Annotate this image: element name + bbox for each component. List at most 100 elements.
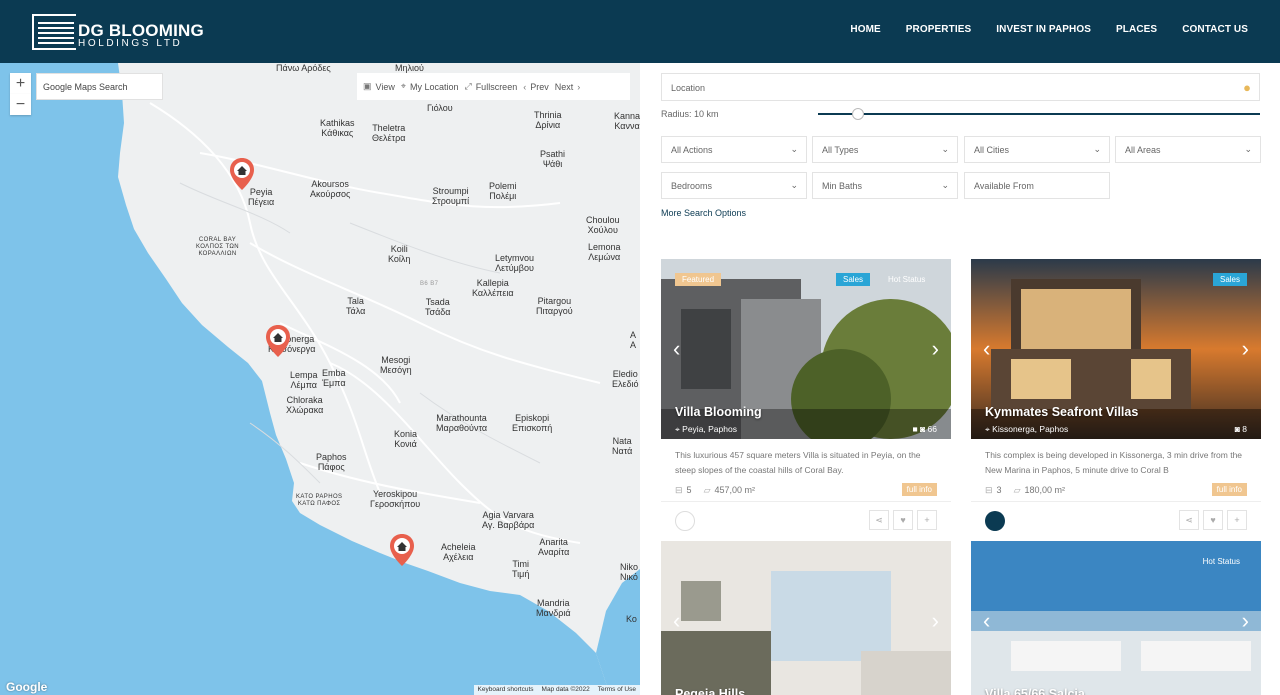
bedrooms-value: 3: [996, 485, 1002, 495]
select-actions[interactable]: All Actions ⌄: [661, 136, 807, 163]
map-search-input[interactable]: Google Maps Search: [36, 73, 163, 100]
full-info-button[interactable]: full info: [1211, 483, 1247, 496]
plus-icon[interactable]: +: [917, 510, 937, 530]
listing-card[interactable]: Hot Status ‹ › Villa 65/66 Salcia: [971, 541, 1261, 695]
nav-home[interactable]: HOME: [850, 24, 880, 35]
listing-image[interactable]: Sales ‹ › Kymmates Seafront Villas ⌖ Kis…: [971, 259, 1261, 439]
map-footer: Keyboard shortcuts Map data ©2022 Terms …: [473, 685, 640, 695]
listing-card[interactable]: Sales ‹ › Kymmates Seafront Villas ⌖ Kis…: [971, 259, 1261, 539]
nav-places[interactable]: PLACES: [1116, 24, 1157, 35]
more-search-options-link[interactable]: More Search Options: [661, 208, 746, 218]
agent-avatar[interactable]: [675, 511, 695, 531]
map-controls: ▣ View ⌖ My Location ⤢ Fullscreen ‹ Prev Nex…: [357, 73, 630, 100]
bedrooms: ⊟ 5: [675, 485, 692, 496]
chevron-right-icon[interactable]: ›: [1242, 338, 1249, 360]
logo-mark-icon: [32, 14, 76, 50]
map[interactable]: + − Google Maps Search ▣ View ⌖ My Locatio…: [0, 63, 640, 695]
chevron-down-icon: ⌄: [1093, 144, 1101, 154]
main-nav: HOME PROPERTIES INVEST IN PAPHOS PLACES …: [850, 24, 1248, 35]
area-icon: ▱: [1013, 485, 1021, 495]
place-arodes-edge: A Α: [630, 330, 637, 350]
listing-title[interactable]: Villa 65/66 Salcia: [985, 687, 1085, 695]
place-coral-bay: CORAL BAY ΚΟΛΠΟΣ ΤΩΝ ΚΟΡΑΛΛΙΩΝ: [196, 237, 240, 257]
divider: [971, 501, 1261, 502]
area: ▱ 457,00 m²: [704, 485, 755, 496]
place-stroumpi: Stroumpi Στρουμπί: [432, 186, 470, 206]
place-tala: Tala Τάλα: [346, 296, 366, 316]
divider: [661, 501, 951, 502]
full-info-button[interactable]: full info: [901, 483, 937, 496]
place-yeroskipou: Yeroskipou Γεροσκήπου: [370, 489, 421, 509]
chevron-right-icon[interactable]: ›: [932, 338, 939, 360]
place-eledio: Eledio Ελεδιό: [612, 369, 639, 389]
terms-link[interactable]: Terms of Use: [598, 685, 636, 695]
interior-photo: [661, 541, 951, 695]
select-cities[interactable]: All Cities ⌄: [964, 136, 1110, 163]
place-kathikas: Kathikas Κάθικας: [320, 118, 355, 138]
share-icon[interactable]: ⋖: [1179, 510, 1199, 530]
chevron-right-icon[interactable]: ›: [1242, 610, 1249, 632]
logo[interactable]: DG BLOOMING HOLDINGS LTD: [32, 14, 204, 50]
select-cities-value: All Cities: [974, 145, 1010, 155]
listing-image[interactable]: ‹ › Pegeia Hills: [661, 541, 951, 695]
chevron-down-icon: ⌄: [1244, 144, 1252, 154]
heart-icon[interactable]: ♥: [893, 510, 913, 530]
available-from-input[interactable]: Available From: [964, 172, 1110, 199]
map-next-button[interactable]: Next ›: [555, 82, 581, 92]
listing-image[interactable]: Featured Sales Hot Status ‹ › Villa Bloo…: [661, 259, 951, 439]
plus-icon[interactable]: +: [1227, 510, 1247, 530]
listing-title[interactable]: Villa Blooming: [675, 405, 762, 419]
bed-icon: ⊟: [985, 485, 993, 495]
chevron-left-icon[interactable]: ‹: [673, 338, 680, 360]
listing-specs: ⊟ 3 ▱ 180,00 m²: [985, 485, 1065, 496]
select-bedrooms[interactable]: Bedrooms ⌄: [661, 172, 807, 199]
nav-contact[interactable]: CONTACT US: [1182, 24, 1248, 35]
location-placeholder: Location: [671, 83, 706, 93]
place-emba: Emba Έμπα: [322, 368, 346, 388]
select-areas[interactable]: All Areas ⌄: [1115, 136, 1261, 163]
select-types[interactable]: All Types ⌄: [812, 136, 958, 163]
listing-actions: ⋖ ♥ +: [869, 510, 937, 530]
bed-icon: ⊟: [675, 485, 683, 495]
place-theletra: Theletra Θελέτρα: [372, 123, 406, 143]
area: ▱ 180,00 m²: [1014, 485, 1065, 496]
radius-slider[interactable]: [818, 108, 1260, 120]
photo-count: ◙ 8: [1235, 424, 1247, 434]
radius-slider-handle[interactable]: [851, 108, 864, 120]
listing-location-text: Kissonerga, Paphos: [992, 424, 1069, 434]
map-prev-button[interactable]: ‹ Prev: [523, 82, 549, 92]
google-logo: Google: [6, 680, 48, 694]
property-pin-icon[interactable]: [389, 533, 415, 567]
zoom-in-button[interactable]: +: [10, 73, 31, 94]
select-areas-value: All Areas: [1125, 145, 1161, 155]
nav-properties[interactable]: PROPERTIES: [906, 24, 971, 35]
map-fullscreen-button[interactable]: ⤢ Fullscreen: [464, 81, 517, 92]
chevron-left-icon[interactable]: ‹: [983, 610, 990, 632]
agent-avatar[interactable]: [985, 511, 1005, 531]
listing-card[interactable]: ‹ › Pegeia Hills: [661, 541, 951, 695]
map-my-location-button[interactable]: ⌖ My Location: [401, 81, 459, 92]
area-icon: ▱: [703, 485, 711, 495]
share-icon[interactable]: ⋖: [869, 510, 889, 530]
place-pitargou: Pitargou Πιταργού: [536, 296, 573, 316]
place-nikokleia: Niko Νικό: [620, 562, 639, 582]
select-min-baths[interactable]: Min Baths ⌄: [812, 172, 958, 199]
map-view-button[interactable]: ▣ View: [363, 81, 395, 92]
listing-title[interactable]: Pegeia Hills: [675, 687, 745, 695]
listing-card[interactable]: Featured Sales Hot Status ‹ › Villa Bloo…: [661, 259, 951, 539]
chevron-left-icon[interactable]: ‹: [983, 338, 990, 360]
location-input[interactable]: Location ●: [661, 73, 1260, 101]
keyboard-shortcuts-link[interactable]: Keyboard shortcuts: [478, 685, 534, 695]
chevron-left-icon[interactable]: ‹: [673, 610, 680, 632]
zoom-out-button[interactable]: −: [10, 94, 31, 115]
heart-icon[interactable]: ♥: [1203, 510, 1223, 530]
place-marathounta: Marathounta Μαραθούντα: [436, 413, 488, 433]
nav-invest[interactable]: INVEST IN PAPHOS: [996, 24, 1091, 35]
location-pin-icon: ⌖: [400, 81, 406, 91]
property-pin-icon[interactable]: [265, 324, 291, 358]
place-giolou: Γιόλου: [427, 103, 453, 113]
listing-image[interactable]: Hot Status ‹ › Villa 65/66 Salcia: [971, 541, 1261, 695]
chevron-right-icon[interactable]: ›: [932, 610, 939, 632]
listing-title[interactable]: Kymmates Seafront Villas: [985, 405, 1138, 419]
property-pin-icon[interactable]: [229, 157, 255, 191]
